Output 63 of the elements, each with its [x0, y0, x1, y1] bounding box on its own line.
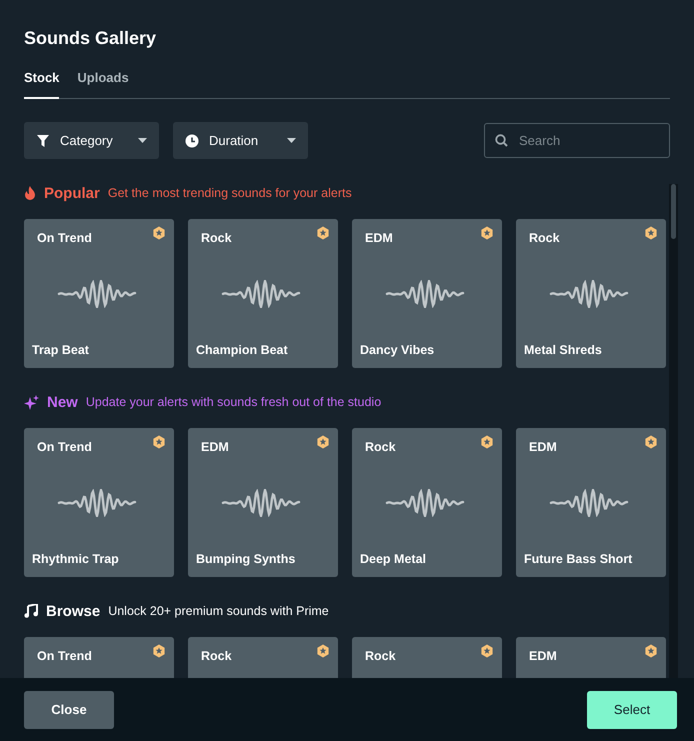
sound-card[interactable]: On Trend Rhythmic Trap — [24, 428, 174, 577]
sound-card[interactable]: Rock Metal Shreds — [516, 219, 666, 368]
sound-card[interactable]: EDM — [516, 637, 666, 678]
sound-tag: EDM — [524, 649, 654, 663]
sound-name: Bumping Synths — [196, 552, 296, 566]
sound-name: Dancy Vibes — [360, 343, 436, 357]
sound-tag: Rock — [360, 649, 490, 663]
caret-icon — [138, 138, 147, 143]
sound-tag: EDM — [196, 440, 326, 454]
sound-card[interactable]: Rock — [188, 637, 338, 678]
dialog-title: Sounds Gallery — [24, 27, 158, 50]
waveform-icon — [385, 280, 465, 308]
waveform-icon — [221, 489, 301, 517]
sound-name: Future Bass Short — [524, 552, 634, 566]
sound-tag: EDM — [360, 231, 490, 245]
sound-card[interactable]: Rock Deep Metal — [352, 428, 502, 577]
sound-tag: Rock — [196, 231, 326, 245]
waveform-icon — [549, 489, 629, 517]
section-subtitle: Get the most trending sounds for your alerts — [108, 186, 352, 200]
sound-tag: On Trend — [32, 649, 162, 663]
sound-tag: Rock — [360, 440, 490, 454]
sound-name: Rhythmic Trap — [32, 552, 120, 566]
caret-icon — [287, 138, 296, 143]
music-note-icon — [24, 604, 38, 618]
sound-tag: Rock — [196, 649, 326, 663]
sound-card[interactable]: EDM Dancy Vibes — [352, 219, 502, 368]
section-subtitle: Unlock 20+ premium sounds with Prime — [108, 604, 329, 618]
select-button[interactable]: Select — [587, 690, 677, 728]
search-field[interactable]: Search — [484, 123, 670, 158]
waveform-icon — [385, 489, 465, 517]
sound-tag: On Trend — [32, 231, 162, 245]
waveform-icon — [57, 280, 137, 308]
waveform-icon — [57, 489, 137, 517]
sound-tag: On Trend — [32, 440, 162, 454]
section-title: New — [47, 394, 78, 410]
sound-card[interactable]: On Trend — [24, 637, 174, 678]
sound-name: Metal Shreds — [524, 343, 603, 357]
waveform-icon — [221, 280, 301, 308]
sound-card[interactable]: EDM Bumping Synths — [188, 428, 338, 577]
tab[interactable]: Uploads — [77, 70, 129, 99]
tab[interactable]: Stock — [24, 70, 60, 99]
section-title: Browse — [46, 602, 100, 620]
section-subtitle: Update your alerts with sounds fresh out of the studio — [86, 395, 382, 409]
filter-dropdown[interactable]: Duration — [173, 122, 308, 159]
section-title: Popular — [44, 184, 100, 202]
filter-icon — [36, 134, 50, 148]
waveform-icon — [549, 280, 629, 308]
clock-icon — [185, 134, 199, 148]
sound-card[interactable]: Rock — [352, 637, 502, 678]
sound-name: Trap Beat — [32, 343, 90, 357]
sound-card[interactable]: Rock Champion Beat — [188, 219, 338, 368]
sound-tag: EDM — [524, 440, 654, 454]
flame-icon — [24, 186, 36, 200]
sparkle-icon — [24, 394, 39, 410]
sound-name: Champion Beat — [196, 343, 289, 357]
sound-card[interactable]: EDM Future Bass Short — [516, 428, 666, 577]
close-button[interactable]: Close — [24, 690, 114, 728]
search-icon — [495, 134, 508, 147]
scrollbar[interactable] — [669, 184, 678, 678]
sound-card[interactable]: On Trend Trap Beat — [24, 219, 174, 368]
sound-name: Deep Metal — [360, 552, 427, 566]
filter-dropdown[interactable]: Category — [24, 122, 159, 159]
sound-tag: Rock — [524, 231, 654, 245]
